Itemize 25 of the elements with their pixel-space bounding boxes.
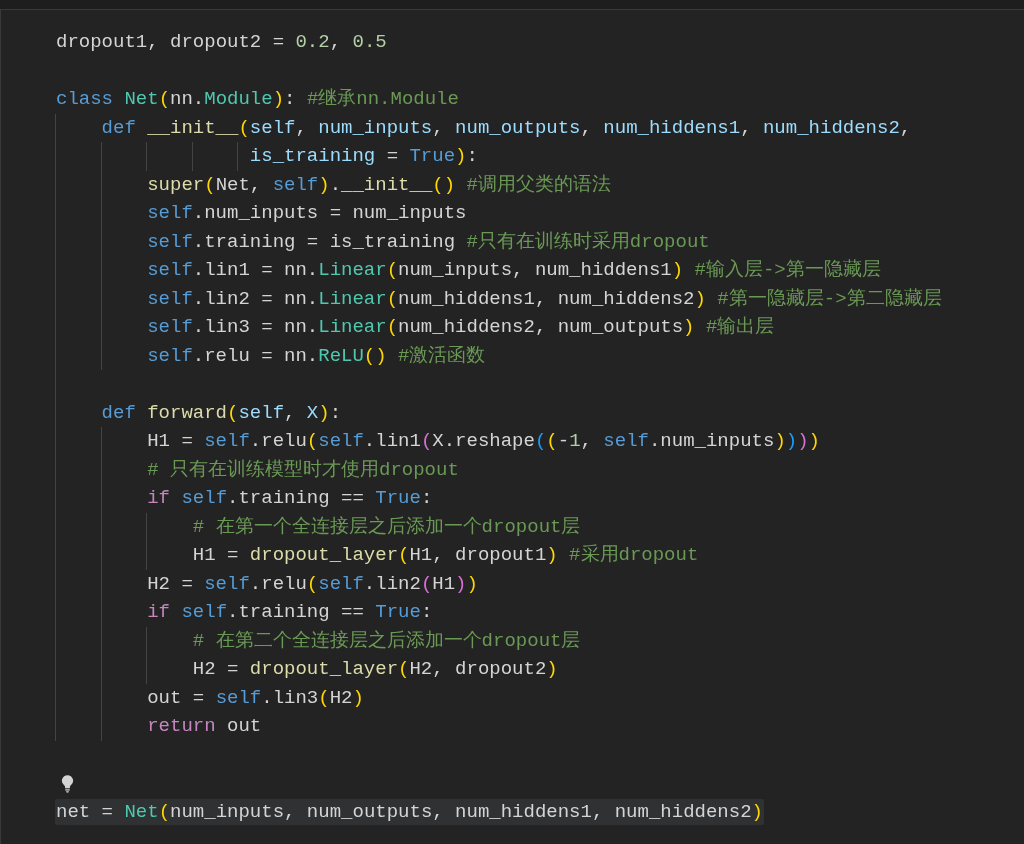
code-line: super(Net, self).__init__() #调用父类的语法 [146,172,612,198]
code-line: # 只有在训练模型时才使用dropout [146,457,460,483]
code-line: H1 = self.relu(self.lin1(X.reshape((-1, self.num_inputs)))) [146,429,821,455]
code-line: self.lin3 = nn.Linear(num_hiddens2, num_outputs) #输出层 [146,315,776,341]
code-line: is_training = True): [248,144,479,170]
code-line: if self.training == True: [146,486,434,512]
code-line: def forward(self, X): [100,400,343,426]
code-line: dropout1, dropout2 = 0.2, 0.5 [55,30,388,56]
code-line: class Net(nn.Module): #继承nn.Module [55,87,460,113]
code-line: if self.training == True: [146,600,434,626]
code-line: def __init__(self, num_inputs, num_outputs, num_hiddens1, num_hiddens2, [100,115,913,141]
code-line: self.relu = nn.ReLU() #激活函数 [146,343,487,369]
code-line: # 在第一个全连接层之后添加一个dropout层 [191,514,582,540]
code-line: self.lin1 = nn.Linear(num_inputs, num_hiddens1) #输入层->第一隐藏层 [146,258,882,284]
code-line: out = self.lin3(H2) [146,685,365,711]
code-line: # 在第二个全连接层之后添加一个dropout层 [191,628,582,654]
code-line: self.lin2 = nn.Linear(num_hiddens1, num_hiddens2) #第一隐藏层->第二隐藏层 [146,286,943,312]
code-line: self.num_inputs = num_inputs [146,201,468,227]
code-line: H1 = dropout_layer(H1, dropout1) #采用dropout [191,543,700,569]
code-line: return out [146,714,263,740]
code-line: self.training = is_training #只有在训练时采用dropout [146,229,711,255]
lightbulb-icon[interactable] [61,773,74,793]
code-editor[interactable] [0,9,1024,844]
code-line: H2 = dropout_layer(H2, dropout2) [191,657,559,683]
code-line: H2 = self.relu(self.lin2(H1)) [146,571,479,597]
